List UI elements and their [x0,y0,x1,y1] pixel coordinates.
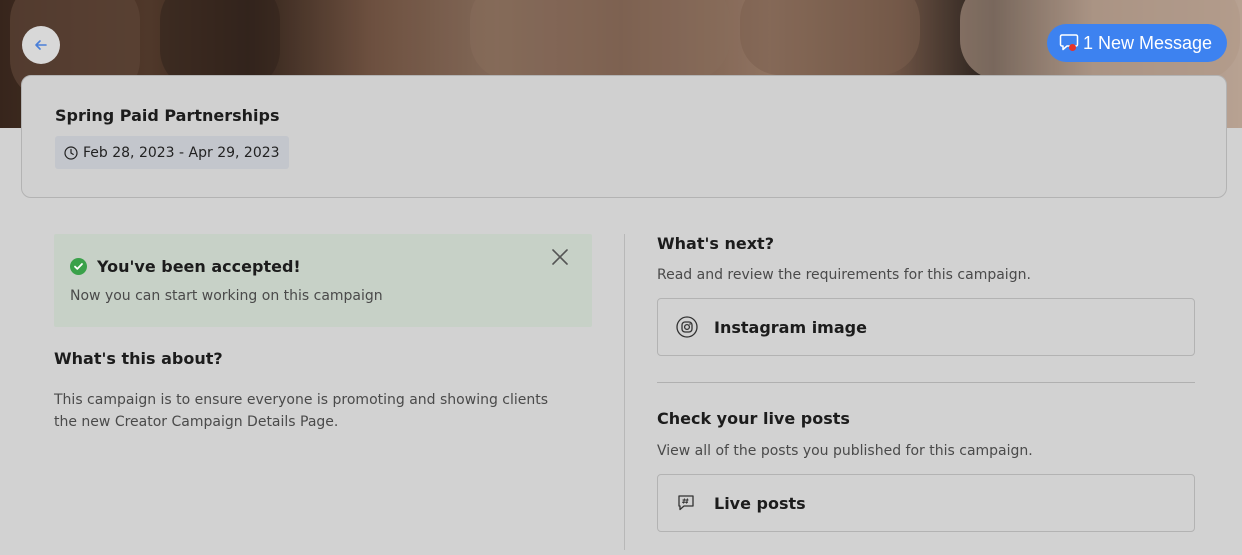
clock-icon [64,145,78,160]
hashtag-message-icon [678,495,694,511]
accepted-title-row: You've been accepted! [70,257,301,276]
chat-bubble-icon [1059,33,1081,53]
whats-next-heading: What's next? [657,234,774,253]
live-posts-description: View all of the posts you published for … [657,443,1033,459]
campaign-title: Spring Paid Partnerships [55,106,280,125]
live-posts-heading: Check your live posts [657,409,850,428]
whats-next-description: Read and review the requirements for thi… [657,267,1031,283]
about-heading: What's this about? [54,349,223,368]
arrow-left-icon [35,40,47,50]
accepted-notice: You've been accepted! Now you can start … [54,234,592,327]
instagram-image-requirement[interactable]: Instagram image [657,298,1195,356]
new-message-button[interactable]: 1 New Message [1047,24,1227,62]
new-message-label: 1 New Message [1083,32,1213,53]
campaign-date-badge: Feb 28, 2023 - Apr 29, 2023 [55,136,289,169]
campaign-date-range: Feb 28, 2023 - Apr 29, 2023 [83,144,280,161]
check-circle-icon [70,258,87,275]
instagram-image-label: Instagram image [714,317,867,337]
accepted-subtitle: Now you can start working on this campai… [70,288,383,304]
back-button[interactable] [22,26,60,64]
about-description: This campaign is to ensure everyone is p… [54,392,549,430]
live-posts-label: Live posts [714,493,806,513]
instagram-icon [676,316,698,338]
live-posts-button[interactable]: Live posts [657,474,1195,532]
accepted-title: You've been accepted! [97,257,301,276]
close-icon[interactable] [549,246,571,268]
campaign-header-card: Spring Paid Partnerships Feb 28, 2023 - … [21,75,1227,198]
column-divider [624,234,625,550]
section-divider [657,382,1195,383]
